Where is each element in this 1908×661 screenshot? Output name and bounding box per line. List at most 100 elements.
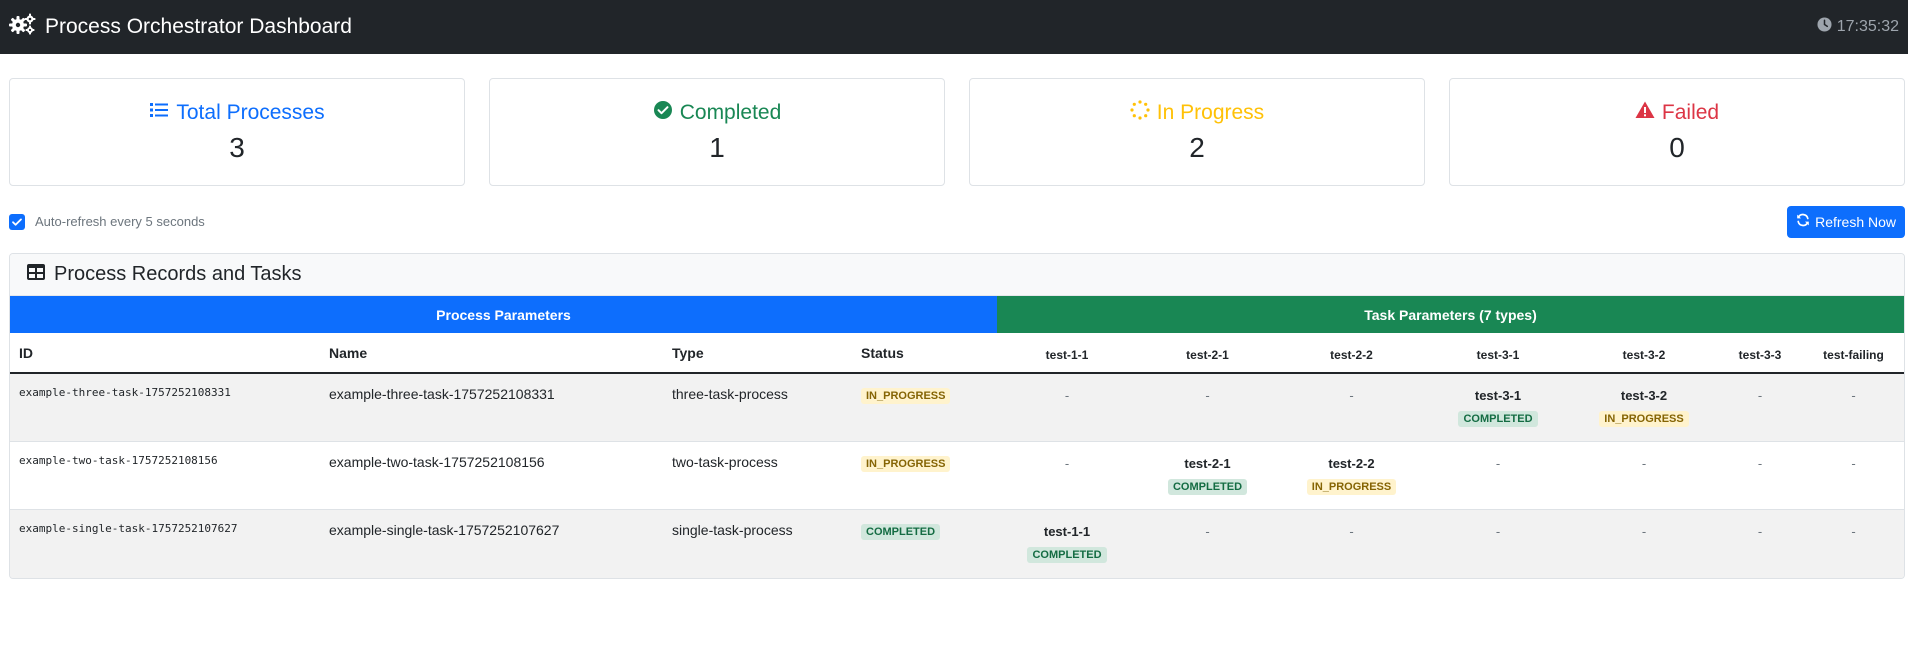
status-badge: COMPLETED xyxy=(861,524,941,540)
card-failed: Failed 0 xyxy=(1449,78,1905,186)
status-badge: COMPLETED xyxy=(1027,547,1107,563)
process-name: example-single-task-1757252107627 xyxy=(329,522,560,538)
table-header: ID Name Type Status test-1-1 test-2-1 te… xyxy=(10,333,1904,374)
status-badge: COMPLETED xyxy=(1458,411,1538,427)
column-header-task[interactable]: test-1-1 xyxy=(997,333,1137,372)
process-name: example-three-task-1757252108331 xyxy=(329,386,555,402)
card-label: In Progress xyxy=(1156,101,1265,124)
empty-task-marker: - xyxy=(1064,388,1070,403)
panel-title: Process Records and Tasks xyxy=(54,263,302,285)
task-cell: - xyxy=(1571,510,1717,578)
column-header-type[interactable]: Type xyxy=(661,333,851,372)
status-badge: IN_PROGRESS xyxy=(861,388,951,404)
check-circle-icon xyxy=(653,100,673,126)
column-header-id[interactable]: ID xyxy=(10,333,318,372)
task-cell: test-1-1 COMPLETED xyxy=(997,510,1137,578)
status-badge: IN_PROGRESS xyxy=(1599,411,1689,427)
column-header-task[interactable]: test-failing xyxy=(1803,333,1904,372)
controls-bar: Auto-refresh every 5 seconds Refresh Now xyxy=(9,205,1905,238)
card-total-processes: Total Processes 3 xyxy=(9,78,465,186)
card-value: 3 xyxy=(229,132,245,163)
card-in-progress: In Progress 2 xyxy=(969,78,1425,186)
list-icon xyxy=(149,100,169,126)
process-status: IN_PROGRESS xyxy=(851,442,997,509)
empty-task-marker: - xyxy=(1495,456,1501,471)
empty-task-marker: - xyxy=(1064,456,1070,471)
group-process-parameters: Process Parameters xyxy=(10,296,997,333)
auto-refresh-checkbox[interactable] xyxy=(9,213,25,230)
task-name: test-2-2 xyxy=(1328,456,1375,471)
process-type: two-task-process xyxy=(672,454,778,470)
column-header-name[interactable]: Name xyxy=(318,333,661,372)
task-cell: test-3-2 IN_PROGRESS xyxy=(1571,374,1717,441)
empty-task-marker: - xyxy=(1205,388,1210,403)
task-cell: - xyxy=(1717,442,1803,509)
status-badge: IN_PROGRESS xyxy=(1306,479,1397,495)
panel-header: Process Records and Tasks xyxy=(10,254,1904,296)
spinner-icon xyxy=(1130,100,1150,126)
card-value: 2 xyxy=(1189,132,1205,163)
refresh-now-button[interactable]: Refresh Now xyxy=(1787,205,1905,238)
column-header-task[interactable]: test-2-1 xyxy=(1137,333,1278,372)
summary-cards: Total Processes 3 Completed 1 In Progres… xyxy=(9,78,1905,186)
task-name: test-3-1 xyxy=(1474,388,1522,403)
refresh-icon xyxy=(1796,213,1810,230)
task-cell: test-2-2 IN_PROGRESS xyxy=(1278,442,1425,509)
clock-icon xyxy=(1817,17,1832,37)
navbar: Process Orchestrator Dashboard 17:35:32 xyxy=(0,0,1908,54)
task-cell: - xyxy=(1137,510,1278,578)
status-badge: COMPLETED xyxy=(1167,479,1248,495)
task-cell: - xyxy=(1803,510,1904,578)
task-cell: - xyxy=(1278,510,1425,578)
process-status: IN_PROGRESS xyxy=(851,374,997,441)
task-cell: - xyxy=(1717,374,1803,441)
task-cell: - xyxy=(1137,374,1278,441)
empty-task-marker: - xyxy=(1349,388,1354,403)
task-cell: test-2-1 COMPLETED xyxy=(1137,442,1278,509)
gears-icon xyxy=(9,13,37,41)
task-cell: - xyxy=(1717,510,1803,578)
column-header-task[interactable]: test-3-3 xyxy=(1717,333,1803,372)
task-cell: - xyxy=(997,374,1137,441)
empty-task-marker: - xyxy=(1495,524,1501,539)
card-label: Failed xyxy=(1661,101,1720,124)
task-cell: - xyxy=(1803,374,1904,441)
process-records-panel: Process Records and Tasks Process Parame… xyxy=(9,253,1905,579)
task-cell: - xyxy=(997,442,1137,509)
process-id: example-two-task-1757252108156 xyxy=(19,454,218,467)
empty-task-marker: - xyxy=(1205,524,1210,539)
warning-triangle-icon xyxy=(1635,100,1655,126)
table-body: example-three-task-1757252108331 example-… xyxy=(10,374,1904,578)
task-name: test-2-1 xyxy=(1184,456,1231,471)
group-task-parameters: Task Parameters (7 types) xyxy=(997,296,1904,333)
process-status: COMPLETED xyxy=(851,510,997,578)
card-value: 1 xyxy=(709,132,725,163)
table-row[interactable]: example-two-task-1757252108156 example-tw… xyxy=(10,442,1904,510)
clock: 17:35:32 xyxy=(1817,17,1899,37)
card-completed: Completed 1 xyxy=(489,78,945,186)
process-name: example-two-task-1757252108156 xyxy=(329,454,545,470)
task-name: test-3-2 xyxy=(1620,388,1668,403)
empty-task-marker: - xyxy=(1641,456,1647,471)
task-cell: - xyxy=(1278,374,1425,441)
column-header-status[interactable]: Status xyxy=(851,333,997,372)
empty-task-marker: - xyxy=(1757,524,1763,539)
card-value: 0 xyxy=(1669,132,1685,163)
process-type: three-task-process xyxy=(672,386,788,402)
column-header-task[interactable]: test-2-2 xyxy=(1278,333,1425,372)
column-header-task[interactable]: test-3-1 xyxy=(1425,333,1571,372)
auto-refresh-label: Auto-refresh every 5 seconds xyxy=(35,214,205,229)
task-cell: - xyxy=(1571,442,1717,509)
card-label: Completed xyxy=(679,101,782,124)
table-row[interactable]: example-three-task-1757252108331 example-… xyxy=(10,374,1904,442)
empty-task-marker: - xyxy=(1757,456,1763,471)
app-title: Process Orchestrator Dashboard xyxy=(45,15,352,38)
process-type: single-task-process xyxy=(672,522,793,538)
task-cell: - xyxy=(1425,510,1571,578)
empty-task-marker: - xyxy=(1851,456,1856,471)
auto-refresh-toggle[interactable]: Auto-refresh every 5 seconds xyxy=(9,213,205,230)
column-header-task[interactable]: test-3-2 xyxy=(1571,333,1717,372)
empty-task-marker: - xyxy=(1349,524,1354,539)
table-row[interactable]: example-single-task-1757252107627 example… xyxy=(10,510,1904,578)
empty-task-marker: - xyxy=(1851,388,1856,403)
